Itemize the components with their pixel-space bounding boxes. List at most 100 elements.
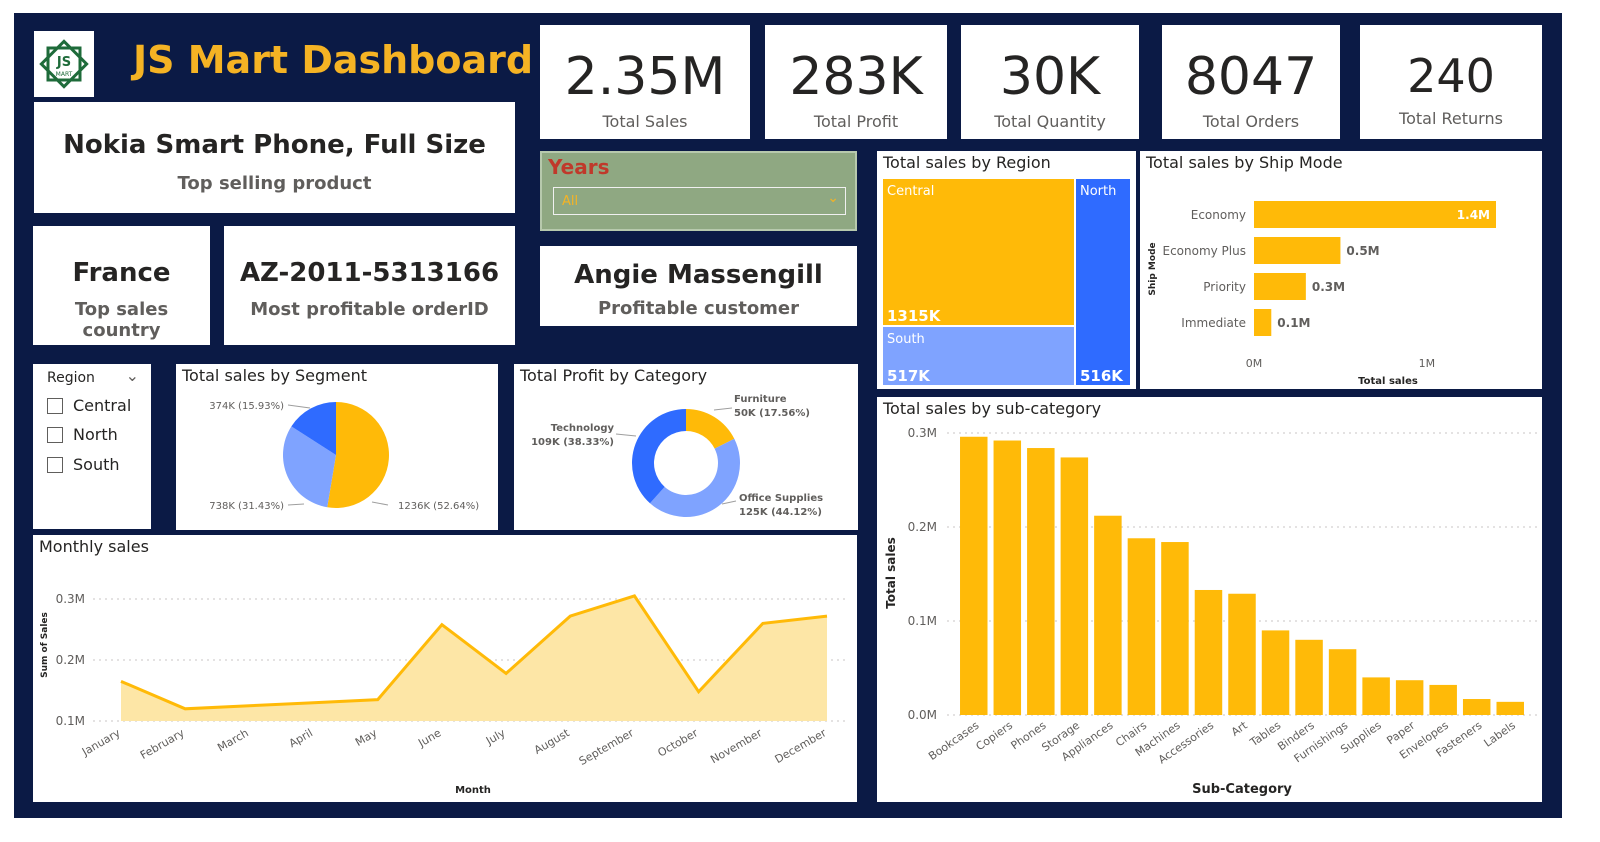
leader-line bbox=[371, 501, 389, 506]
x-tick-label: June bbox=[415, 726, 443, 750]
years-slicer-title: Years bbox=[548, 155, 610, 179]
top-product-value: Nokia Smart Phone, Full Size bbox=[63, 130, 486, 160]
x-tick-label: November bbox=[708, 726, 764, 766]
leader-line bbox=[287, 503, 305, 506]
pie-slice-label: 738K (31.43%) bbox=[209, 501, 284, 512]
bar bbox=[1027, 448, 1055, 715]
checkbox-icon[interactable] bbox=[47, 426, 63, 443]
x-tick-label: September bbox=[577, 726, 637, 768]
dashboard-title: JS Mart Dashboard bbox=[133, 38, 534, 82]
bar bbox=[1060, 457, 1089, 715]
js-mart-logo: JS MART bbox=[34, 31, 94, 97]
region-option-north[interactable]: North bbox=[47, 425, 118, 444]
top-order-label: Most profitable orderID bbox=[250, 299, 489, 320]
leader-line bbox=[713, 407, 733, 411]
treemap-tile-name: North bbox=[1080, 184, 1116, 199]
donut-slice-name: Technology bbox=[551, 423, 615, 434]
checkbox-icon[interactable] bbox=[47, 397, 63, 414]
segment-pie-chart: 1236K (52.64%) 738K (31.43%) 374K (15.93%) bbox=[209, 401, 479, 512]
bar bbox=[1127, 538, 1156, 715]
treemap-tile-name: South bbox=[887, 332, 925, 347]
bar bbox=[1261, 630, 1290, 715]
pie-slice bbox=[327, 402, 389, 508]
y-tick-label: 0.2M bbox=[908, 520, 937, 534]
x-axis-label: Sub-Category bbox=[1192, 782, 1292, 797]
pie-slice-label: 374K (15.93%) bbox=[209, 401, 284, 412]
pie-slice-label: 1236K (52.64%) bbox=[398, 501, 479, 512]
years-selected-value: All bbox=[562, 194, 579, 209]
y-axis-label: Ship Mode bbox=[1148, 242, 1158, 295]
y-axis-label: Sum of Sales bbox=[40, 612, 50, 678]
logo-emblem-icon: JS MART bbox=[39, 39, 89, 89]
area-fill bbox=[121, 595, 827, 721]
donut-slice-label: 125K (44.12%) bbox=[739, 507, 822, 518]
y-tick-label: 0.1M bbox=[908, 614, 937, 628]
donut-slice-name: Office Supplies bbox=[739, 493, 823, 504]
category-chart-card: Total Profit by Category Furniture 50K (1… bbox=[514, 364, 858, 530]
treemap-tile bbox=[883, 179, 1074, 325]
x-tick-label: May bbox=[353, 726, 380, 749]
bar bbox=[1228, 593, 1256, 715]
donut-slice-label: 50K (17.56%) bbox=[734, 408, 810, 419]
x-tick-label: 0M bbox=[1246, 357, 1263, 370]
donut-slice bbox=[649, 438, 740, 517]
y-axis-label: Total sales bbox=[884, 537, 898, 609]
x-tick-label: April bbox=[287, 726, 315, 750]
x-tick-label: August bbox=[532, 726, 572, 757]
kpi-label: Total Quantity bbox=[994, 112, 1106, 131]
y-tick-label: 0.2M bbox=[56, 653, 85, 667]
kpi-total-returns: 240 Total Returns bbox=[1360, 25, 1542, 139]
donut-slice-name: Furniture bbox=[734, 394, 787, 405]
checkbox-icon[interactable] bbox=[47, 456, 63, 473]
top-order-card: AZ-2011-5313166 Most profitable orderID bbox=[224, 226, 515, 345]
top-product-card: Nokia Smart Phone, Full Size Top selling… bbox=[34, 102, 515, 213]
bar bbox=[1328, 649, 1357, 715]
region-option-central[interactable]: Central bbox=[47, 396, 131, 415]
x-tick-label: January bbox=[79, 726, 123, 759]
region-option-south[interactable]: South bbox=[47, 455, 120, 474]
x-axis-label: Month bbox=[455, 785, 491, 796]
y-tick-label: 0.1M bbox=[56, 714, 85, 728]
bar bbox=[1254, 309, 1272, 336]
chevron-down-icon[interactable]: ⌄ bbox=[126, 366, 139, 385]
bar-value-label: 1.4M bbox=[1457, 208, 1490, 222]
logo-text: JS bbox=[56, 55, 71, 70]
shipmode-chart-card: Total sales by Ship Mode Economy 1.4M Econ… bbox=[1140, 151, 1542, 389]
kpi-total-sales: 2.35M Total Sales bbox=[540, 25, 750, 139]
kpi-total-quantity: 30K Total Quantity bbox=[961, 25, 1139, 139]
bar bbox=[1462, 699, 1491, 715]
treemap-tile-name: Central bbox=[887, 184, 934, 199]
bar bbox=[1254, 273, 1306, 300]
y-tick-label: 0.3M bbox=[56, 592, 85, 606]
shipmode-bar-chart: Economy 1.4M Economy Plus 0.5M Priority 0.3M I… bbox=[1148, 201, 1496, 387]
subcategory-chart-card: Total sales by sub-category 0.0M 0.1M 0.2M… bbox=[877, 397, 1542, 802]
leader-line bbox=[615, 433, 637, 437]
kpi-value: 283K bbox=[789, 47, 923, 107]
kpi-total-profit: 283K Total Profit bbox=[765, 25, 947, 139]
bar-value-label: 0.3M bbox=[1312, 280, 1345, 294]
years-dropdown[interactable]: All ⌄ bbox=[553, 187, 846, 215]
x-tick-label: 1M bbox=[1419, 357, 1436, 370]
donut-slice-label: 109K (38.33%) bbox=[531, 437, 614, 448]
leader-line bbox=[721, 500, 737, 505]
x-tick-label: October bbox=[656, 726, 701, 760]
x-tick-label: Copiers bbox=[974, 719, 1016, 754]
years-slicer: Years All ⌄ bbox=[540, 151, 857, 231]
treemap-tile-value: 517K bbox=[887, 367, 931, 385]
kpi-label: Total Profit bbox=[813, 112, 899, 131]
bar-category-label: Economy Plus bbox=[1162, 244, 1246, 258]
top-order-value: AZ-2011-5313166 bbox=[239, 258, 500, 288]
chevron-down-icon[interactable]: ⌄ bbox=[827, 190, 839, 206]
y-tick-label: 0.3M bbox=[908, 426, 937, 440]
bar bbox=[1295, 639, 1323, 715]
bar bbox=[993, 440, 1022, 715]
x-tick-label: February bbox=[138, 726, 187, 762]
category-donut-chart: Furniture 50K (17.56%) Office Supplies 125K… bbox=[531, 394, 823, 518]
kpi-label: Total Orders bbox=[1202, 112, 1300, 131]
bar bbox=[1161, 542, 1189, 715]
region-option-label: South bbox=[73, 455, 120, 474]
bar bbox=[1194, 589, 1223, 715]
bar bbox=[960, 436, 988, 715]
treemap-tile-value: 516K bbox=[1080, 367, 1124, 385]
top-customer-card: Angie Massengill Profitable customer bbox=[540, 246, 857, 326]
